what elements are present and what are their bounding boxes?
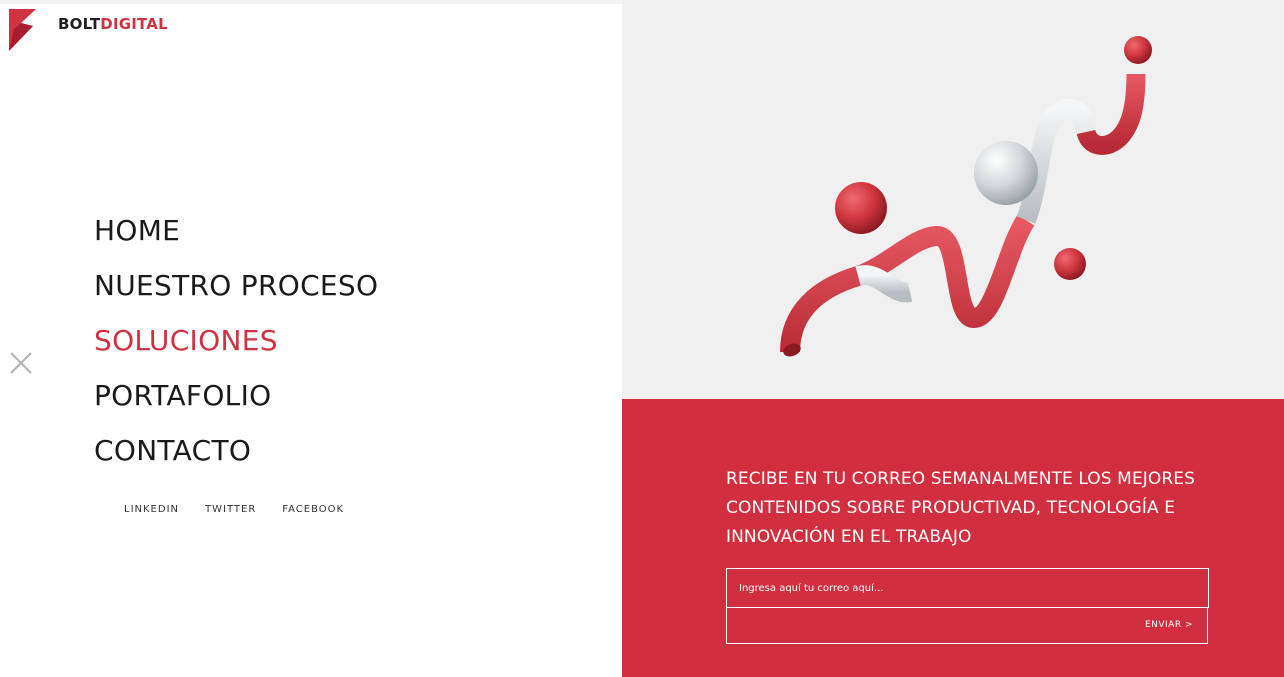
social-links: LINKEDIN TWITTER FACEBOOK: [124, 503, 370, 517]
menu-item-contacto: CONTACTO: [94, 423, 378, 478]
menu-item-portafolio: PORTAFOLIO: [94, 368, 378, 423]
logo[interactable]: BOLTDIGITAL: [9, 9, 168, 53]
brand-name: BOLTDIGITAL: [58, 16, 168, 32]
menu-link-portafolio[interactable]: PORTAFOLIO: [94, 379, 271, 412]
brand-name-part2: DIGITAL: [100, 15, 168, 33]
social-link-twitter[interactable]: TWITTER: [205, 503, 256, 517]
menu-item-nuestro-proceso: NUESTRO PROCESO: [94, 258, 378, 313]
menu-link-soluciones[interactable]: SOLUCIONES: [94, 324, 278, 357]
menu-link-nuestro-proceso[interactable]: NUESTRO PROCESO: [94, 269, 378, 302]
main-menu: HOME NUESTRO PROCESO SOLUCIONES PORTAFOL…: [94, 203, 378, 478]
menu-link-contacto[interactable]: CONTACTO: [94, 434, 251, 467]
abstract-3d-illustration: [780, 36, 1152, 357]
menu-link-home[interactable]: HOME: [94, 214, 180, 247]
newsletter-section: RECIBE EN TU CORREO SEMANALMENTE LOS MEJ…: [622, 399, 1284, 677]
newsletter-heading: RECIBE EN TU CORREO SEMANALMENTE LOS MEJ…: [726, 469, 1196, 547]
bolt-logo-icon: [9, 9, 36, 51]
menu-item-home: HOME: [94, 203, 378, 258]
email-input[interactable]: [726, 568, 1209, 608]
hero-illustration-panel: [622, 0, 1284, 399]
social-link-linkedin[interactable]: LINKEDIN: [124, 503, 179, 517]
social-link-facebook[interactable]: FACEBOOK: [282, 503, 344, 517]
submit-button[interactable]: ENVIAR >: [726, 607, 1208, 644]
brand-name-part1: BOLT: [58, 15, 101, 33]
close-icon[interactable]: [9, 351, 33, 375]
top-divider: [0, 0, 622, 4]
menu-item-soluciones: SOLUCIONES: [94, 313, 378, 368]
